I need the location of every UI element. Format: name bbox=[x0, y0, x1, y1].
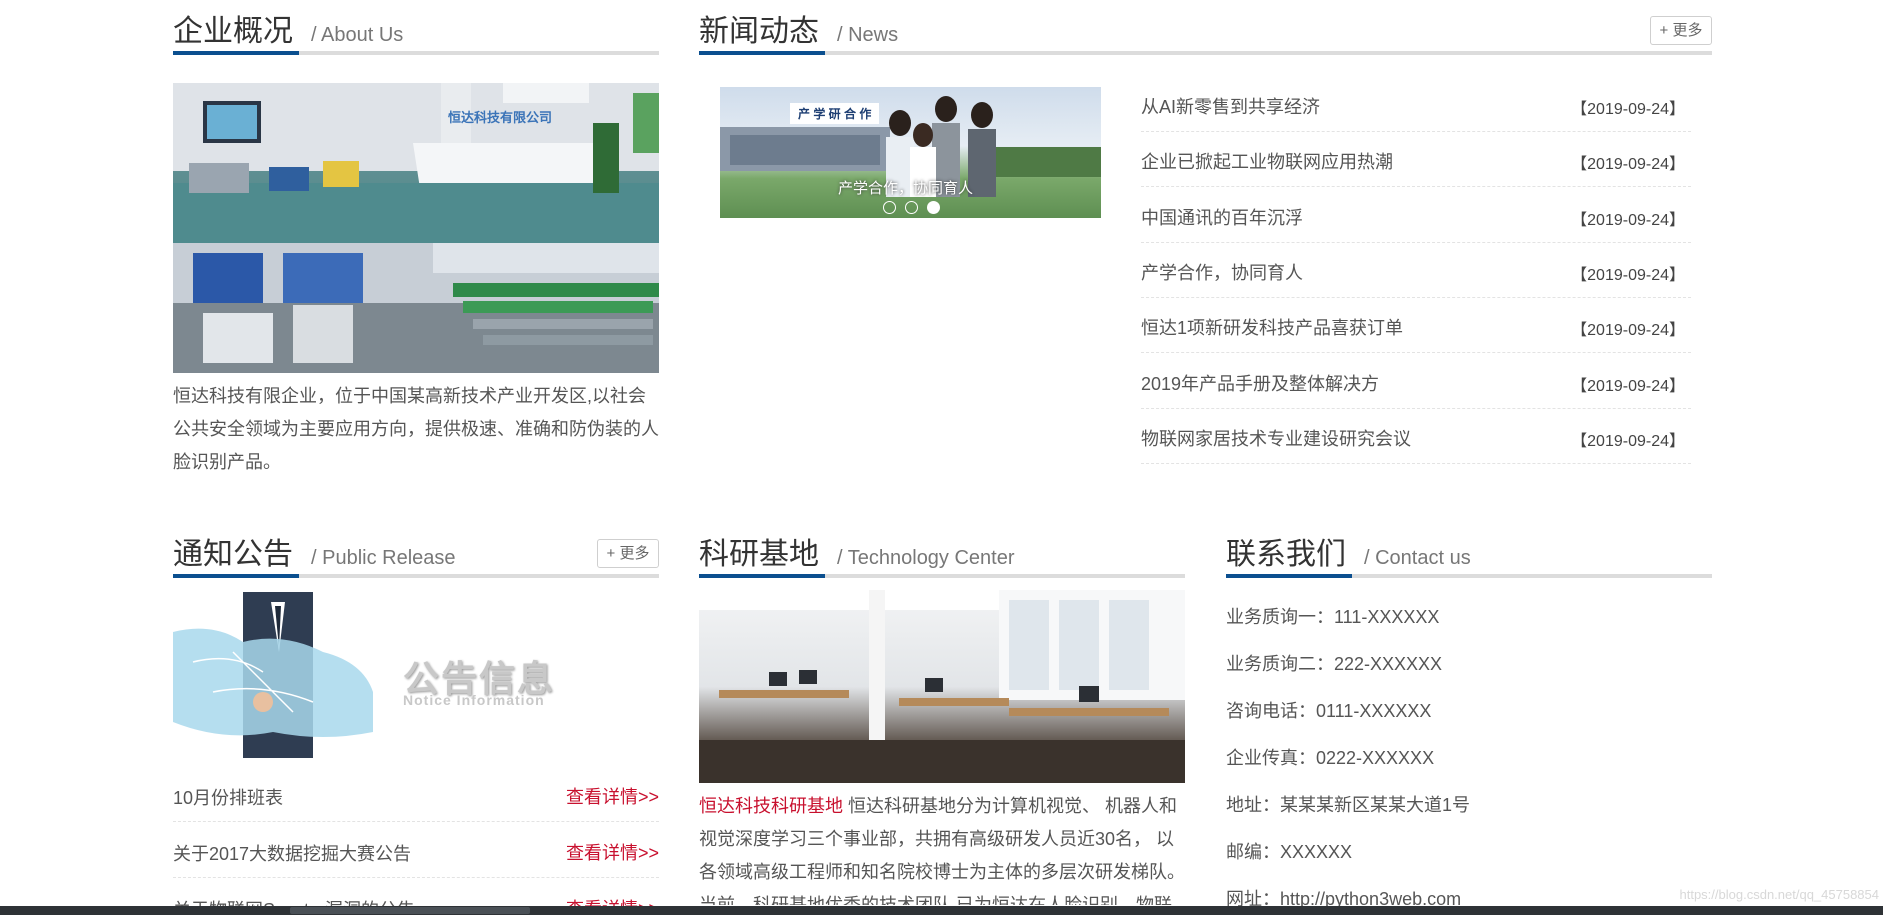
news-item-title[interactable]: 物联网家居技术专业建设研究会议 bbox=[1141, 425, 1411, 451]
research-title: 科研基地 bbox=[699, 538, 819, 571]
research-section-header: 科研基地 / Technology Center bbox=[699, 536, 1185, 578]
news-item-date: 【2019-09-24】 bbox=[1571, 267, 1685, 284]
news-item-date: 【2019-09-24】 bbox=[1571, 322, 1685, 339]
news-item-title[interactable]: 恒达1项新研发科技产品喜获订单 bbox=[1141, 314, 1403, 340]
news-item-title[interactable]: 2019年产品手册及整体解决方 bbox=[1141, 370, 1379, 396]
research-description: 恒达科技科研基地 恒达科研基地分为计算机视觉、 机器人和视觉深度学习三个事业部，… bbox=[699, 790, 1185, 905]
factory-illustration bbox=[173, 243, 659, 373]
news-banner-carousel[interactable]: 产 学 研 合 作 产学合作，协同育人 bbox=[720, 87, 1101, 218]
contact-fax: 企业传真：0222-XXXXXX bbox=[1226, 748, 1435, 768]
news-item-date: 【2019-09-24】 bbox=[1571, 212, 1685, 229]
notice-banner-subtitle: Notice Information bbox=[403, 692, 545, 708]
about-title: 企业概况 bbox=[173, 15, 293, 48]
notice-subtitle: / Public Release bbox=[311, 547, 456, 569]
research-office-photo bbox=[699, 590, 1185, 783]
news-accent-bar bbox=[699, 51, 825, 55]
news-item-title[interactable]: 企业已掀起工业物联网应用热潮 bbox=[1141, 148, 1393, 174]
contact-postcode: 邮编：XXXXXX bbox=[1226, 842, 1353, 862]
company-sign-text: 恒达科技有限公司 bbox=[448, 110, 553, 125]
carousel-dot-2[interactable] bbox=[905, 201, 918, 214]
contact-hotline: 咨询电话：0111-XXXXXX bbox=[1226, 701, 1432, 721]
notice-item-title[interactable]: 10月份排班表 bbox=[173, 784, 283, 810]
horizontal-scrollbar[interactable] bbox=[0, 906, 1883, 915]
news-item-date: 【2019-09-24】 bbox=[1571, 156, 1685, 173]
contact-phone-2: 业务质询二：222-XXXXXX bbox=[1226, 654, 1443, 674]
news-item[interactable]: 恒达1项新研发科技产品喜获订单 【2019-09-24】 bbox=[1141, 298, 1691, 353]
banner-badge: 产 学 研 合 作 bbox=[790, 103, 880, 124]
contact-address: 地址：某某某新区某某大道1号 bbox=[1226, 795, 1471, 815]
notice-title: 通知公告 bbox=[173, 538, 293, 571]
notice-detail-link[interactable]: 查看详情>> bbox=[566, 783, 659, 809]
about-office-photo: 恒达科技有限公司 bbox=[173, 83, 659, 243]
carousel-dot-3[interactable] bbox=[927, 201, 940, 214]
banner-caption: 产学合作，协同育人 bbox=[838, 180, 974, 197]
carousel-dot-1[interactable] bbox=[883, 201, 896, 214]
about-factory-photo bbox=[173, 243, 659, 373]
research-subtitle: / Technology Center bbox=[837, 547, 1015, 569]
research-accent-bar bbox=[699, 574, 825, 578]
contact-accent-bar bbox=[1226, 574, 1352, 578]
about-description: 恒达科技有限企业，位于中国某高新技术产业开发区,以社会公共安全领域为主要应用方向… bbox=[173, 386, 659, 472]
notice-item-title[interactable]: 关于2017大数据挖掘大赛公告 bbox=[173, 840, 411, 866]
businessman-globe-illustration bbox=[173, 592, 373, 758]
notice-detail-link[interactable]: 查看详情>> bbox=[566, 839, 659, 865]
news-item[interactable]: 产学合作，协同育人 【2019-09-24】 bbox=[1141, 243, 1691, 298]
news-section-header: 新闻动态 / News + 更多 bbox=[699, 13, 1712, 55]
contact-phone-1: 业务质询一：111-XXXXXX bbox=[1226, 607, 1440, 627]
news-subtitle: / News bbox=[837, 24, 899, 46]
banner-illustration bbox=[720, 96, 1101, 197]
notice-item[interactable]: 10月份排班表 查看详情>> bbox=[173, 766, 659, 822]
notice-section-header: 通知公告 / Public Release + 更多 bbox=[173, 536, 659, 578]
news-item[interactable]: 从AI新零售到共享经济 【2019-09-24】 bbox=[1141, 77, 1691, 132]
about-subtitle: / About Us bbox=[311, 24, 404, 46]
news-more-button[interactable]: + 更多 bbox=[1650, 16, 1712, 45]
about-section-header: 企业概况 / About Us bbox=[173, 13, 659, 55]
office-illustration bbox=[699, 590, 1185, 783]
news-item-date: 【2019-09-24】 bbox=[1571, 433, 1685, 450]
banner-dots bbox=[883, 201, 953, 215]
watermark: https://blog.csdn.net/qq_45758854 bbox=[1679, 887, 1880, 902]
research-highlight: 恒达科技科研基地 bbox=[699, 796, 843, 816]
about-accent-bar bbox=[173, 51, 299, 55]
news-item-date: 【2019-09-24】 bbox=[1571, 378, 1685, 395]
news-item[interactable]: 企业已掀起工业物联网应用热潮 【2019-09-24】 bbox=[1141, 132, 1691, 187]
notice-item[interactable]: 关于2017大数据挖掘大赛公告 查看详情>> bbox=[173, 822, 659, 878]
notice-accent-bar bbox=[173, 574, 299, 578]
news-item[interactable]: 2019年产品手册及整体解决方 【2019-09-24】 bbox=[1141, 354, 1691, 409]
news-item-title[interactable]: 中国通讯的百年沉浮 bbox=[1141, 204, 1303, 230]
news-item[interactable]: 物联网家居技术专业建设研究会议 【2019-09-24】 bbox=[1141, 409, 1691, 464]
contact-title: 联系我们 bbox=[1226, 538, 1346, 571]
reception-illustration bbox=[173, 83, 659, 243]
scrollbar-thumb[interactable] bbox=[290, 907, 530, 914]
news-item-title[interactable]: 产学合作，协同育人 bbox=[1141, 259, 1303, 285]
news-item[interactable]: 中国通讯的百年沉浮 【2019-09-24】 bbox=[1141, 188, 1691, 243]
contact-section-header: 联系我们 / Contact us bbox=[1226, 536, 1712, 578]
notice-more-button[interactable]: + 更多 bbox=[597, 539, 659, 568]
news-item-date: 【2019-09-24】 bbox=[1571, 101, 1685, 118]
contact-subtitle: / Contact us bbox=[1364, 547, 1471, 569]
news-item-title[interactable]: 从AI新零售到共享经济 bbox=[1141, 93, 1320, 119]
notice-banner-image: 公告信息 Notice Information bbox=[173, 592, 659, 758]
news-title: 新闻动态 bbox=[699, 15, 819, 48]
